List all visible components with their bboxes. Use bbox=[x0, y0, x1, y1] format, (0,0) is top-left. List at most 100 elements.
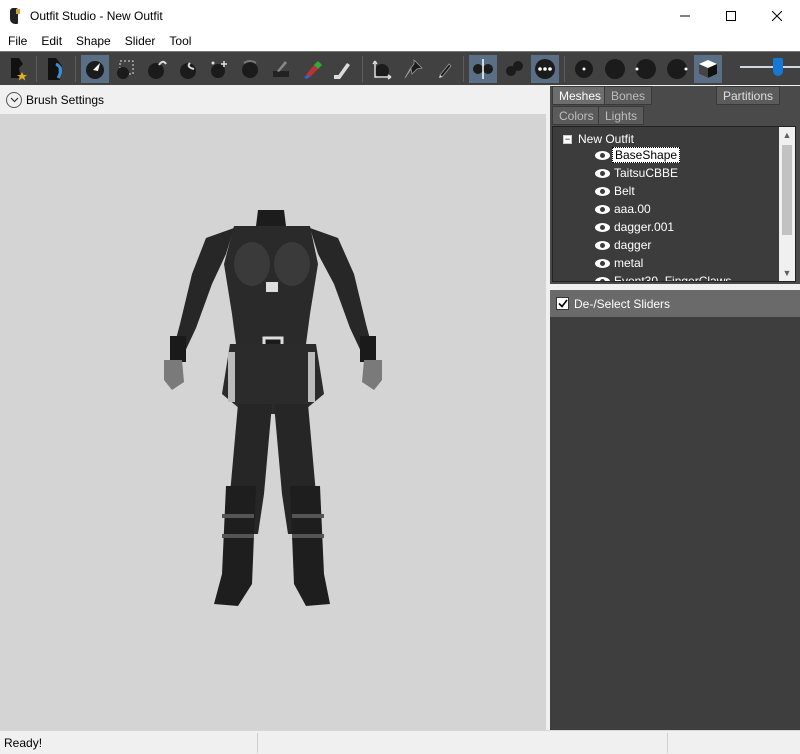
tree-scrollbar[interactable]: ▲ ▼ bbox=[779, 127, 795, 281]
tab-partitions[interactable]: Partitions bbox=[716, 86, 781, 105]
collapse-icon[interactable]: − bbox=[563, 134, 572, 144]
maximize-icon bbox=[726, 10, 736, 21]
color-brush-icon bbox=[334, 62, 350, 79]
pivot-icon bbox=[404, 58, 423, 78]
weight-brush-button[interactable] bbox=[298, 55, 326, 83]
tab-colors[interactable]: Colors bbox=[552, 106, 601, 125]
load-reference-button[interactable] bbox=[42, 55, 70, 83]
chevron-down-icon[interactable] bbox=[6, 92, 22, 108]
status-cell bbox=[258, 732, 668, 753]
pen-icon bbox=[439, 62, 452, 78]
menu-shape[interactable]: Shape bbox=[69, 31, 118, 51]
menu-slider[interactable]: Slider bbox=[118, 31, 163, 51]
scroll-up-icon[interactable]: ▲ bbox=[779, 127, 795, 143]
global-brush-icon bbox=[535, 58, 555, 79]
deflate-brush-button[interactable] bbox=[174, 55, 202, 83]
eye-icon[interactable] bbox=[595, 150, 610, 160]
inflate-brush-icon bbox=[148, 60, 167, 79]
toolbar-separator bbox=[36, 55, 37, 82]
connected-only-button[interactable] bbox=[500, 55, 528, 83]
sliders-list bbox=[550, 317, 800, 730]
view-front-button[interactable] bbox=[570, 55, 598, 83]
smooth-brush-icon bbox=[242, 59, 258, 78]
inflate-brush-button[interactable] bbox=[143, 55, 171, 83]
maximize-button[interactable] bbox=[708, 0, 754, 31]
mesh-item[interactable]: aaa.00 bbox=[595, 200, 653, 218]
eye-icon[interactable] bbox=[595, 258, 610, 268]
select-brush-button[interactable] bbox=[81, 54, 109, 83]
eye-icon[interactable] bbox=[595, 276, 610, 281]
mesh-item[interactable]: TaitsuCBBE bbox=[595, 164, 680, 182]
title-bar: Outfit Studio - New Outfit bbox=[0, 0, 800, 31]
mesh-item-label: BaseShape bbox=[612, 147, 681, 163]
view-back-icon bbox=[605, 58, 625, 79]
eye-icon[interactable] bbox=[595, 204, 610, 214]
mesh-item[interactable]: metal bbox=[595, 254, 645, 272]
window-title: Outfit Studio - New Outfit bbox=[30, 8, 163, 23]
status-cell bbox=[668, 733, 796, 753]
select-brush-icon bbox=[86, 60, 104, 79]
view-left-button[interactable] bbox=[632, 55, 660, 83]
view-front-icon bbox=[575, 59, 593, 78]
mesh-item-label: dagger bbox=[614, 238, 652, 252]
move-brush-icon bbox=[211, 60, 227, 78]
x-mirror-icon bbox=[473, 58, 493, 79]
outfit-model bbox=[164, 210, 382, 606]
toolbar-separator bbox=[75, 55, 76, 82]
menu-bar: File Edit Shape Slider Tool bbox=[0, 31, 800, 51]
window-controls bbox=[662, 0, 800, 31]
eye-icon[interactable] bbox=[595, 240, 610, 250]
move-brush-button[interactable] bbox=[205, 55, 233, 83]
brush-settings-header[interactable]: Brush Settings bbox=[0, 86, 546, 114]
close-icon bbox=[772, 10, 782, 21]
menu-tool[interactable]: Tool bbox=[162, 31, 198, 51]
smooth-brush-button[interactable] bbox=[236, 55, 264, 83]
color-brush-button[interactable] bbox=[329, 55, 357, 83]
minimize-button[interactable] bbox=[662, 0, 708, 31]
3d-viewport[interactable] bbox=[0, 114, 546, 730]
mesh-item-label: TaitsuCBBE bbox=[614, 166, 679, 180]
mesh-item[interactable]: Belt bbox=[595, 182, 637, 200]
x-mirror-button[interactable] bbox=[469, 54, 497, 83]
mesh-item[interactable]: Event30_FingerClaws bbox=[595, 272, 733, 282]
eye-icon[interactable] bbox=[595, 222, 610, 232]
eye-icon[interactable] bbox=[595, 186, 610, 196]
app-icon bbox=[8, 7, 22, 25]
eye-icon[interactable] bbox=[595, 168, 610, 178]
tab-bones[interactable]: Bones bbox=[604, 86, 653, 105]
toolbar-separator bbox=[362, 55, 363, 82]
field-of-view-slider-track[interactable] bbox=[740, 66, 800, 68]
menu-edit[interactable]: Edit bbox=[34, 31, 69, 51]
toolbar-separator bbox=[463, 55, 464, 82]
scroll-down-icon[interactable]: ▼ bbox=[779, 265, 795, 281]
close-button[interactable] bbox=[754, 0, 800, 31]
field-of-view-slider-thumb[interactable] bbox=[773, 58, 783, 76]
global-brush-button[interactable] bbox=[531, 54, 559, 83]
perspective-button[interactable] bbox=[694, 54, 722, 83]
view-right-button[interactable] bbox=[663, 55, 691, 83]
pen-button[interactable] bbox=[430, 55, 458, 83]
perspective-icon bbox=[699, 59, 717, 78]
mesh-item[interactable]: dagger.001 bbox=[595, 218, 676, 236]
scrollbar-thumb[interactable] bbox=[782, 145, 792, 235]
mesh-item[interactable]: dagger bbox=[595, 236, 653, 254]
new-project-icon bbox=[11, 57, 27, 80]
mesh-item[interactable]: BaseShape bbox=[595, 146, 681, 164]
undiff-brush-button[interactable] bbox=[267, 55, 295, 83]
brush-settings-label: Brush Settings bbox=[26, 93, 105, 107]
mesh-item-label: metal bbox=[614, 256, 644, 270]
mask-brush-button[interactable] bbox=[112, 55, 140, 83]
transform-button[interactable] bbox=[368, 55, 396, 83]
toolbar-separator bbox=[564, 55, 565, 82]
tab-lights[interactable]: Lights bbox=[598, 106, 645, 125]
view-back-button[interactable] bbox=[601, 55, 629, 83]
mesh-item-label: Event30_FingerClaws bbox=[614, 274, 732, 282]
new-project-button[interactable] bbox=[3, 55, 31, 83]
pivot-button[interactable] bbox=[399, 55, 427, 83]
tab-meshes[interactable]: Meshes bbox=[552, 86, 609, 105]
select-sliders-checkbox[interactable] bbox=[556, 297, 569, 310]
load-reference-icon bbox=[48, 57, 63, 80]
transform-icon bbox=[372, 60, 392, 80]
menu-file[interactable]: File bbox=[0, 31, 34, 51]
select-sliders-label: De-/Select Sliders bbox=[574, 296, 671, 311]
